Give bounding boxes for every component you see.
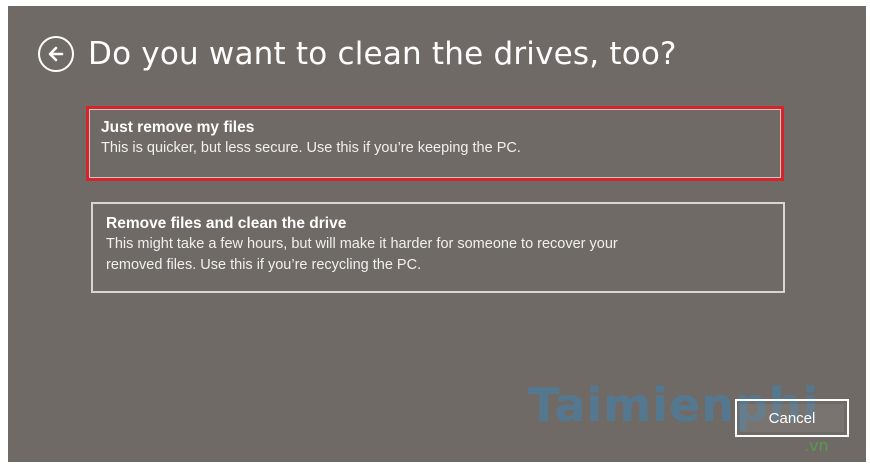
option-title: Remove files and clean the drive <box>106 215 347 232</box>
cancel-button[interactable]: Cancel <box>735 399 849 437</box>
option-remove-and-clean-drive[interactable]: Remove files and clean the drive This mi… <box>91 202 785 293</box>
cancel-button-label: Cancel <box>768 409 816 427</box>
reset-pc-dialog: Do you want to clean the drives, too? Ju… <box>8 6 866 462</box>
option-just-remove-files[interactable]: Just remove my files This is quicker, bu… <box>86 106 784 181</box>
page-title: Do you want to clean the drives, too? <box>88 36 677 72</box>
option-title: Just remove my files <box>101 119 255 136</box>
option-description: This is quicker, but less secure. Use th… <box>101 140 521 156</box>
option-description-line-1: This might take a few hours, but will ma… <box>106 236 618 252</box>
watermark-suffix: .vn <box>804 436 829 455</box>
arrow-left-icon <box>48 46 64 62</box>
option-description-line-2: removed files. Use this if you’re recycl… <box>106 257 422 273</box>
back-button[interactable] <box>38 36 74 72</box>
dialog-header: Do you want to clean the drives, too? <box>38 36 677 72</box>
